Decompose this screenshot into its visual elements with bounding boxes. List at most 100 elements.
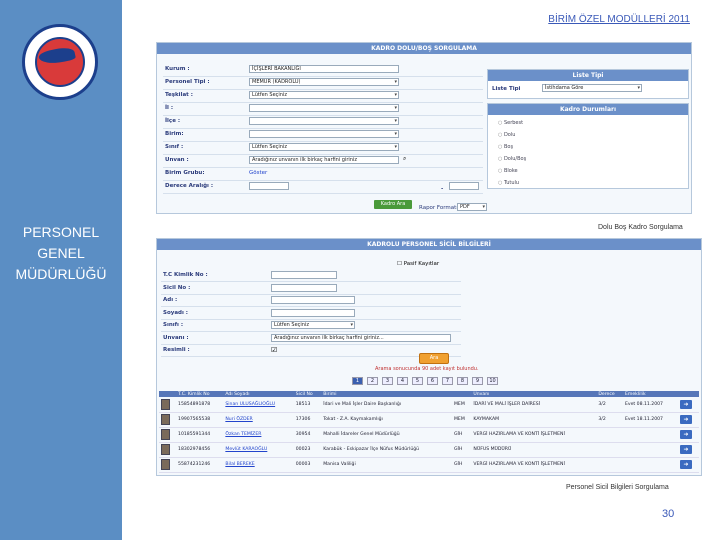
field-label: Unvanı : <box>163 334 189 341</box>
field-label: Kurum : <box>165 66 190 72</box>
status-option[interactable]: Dolu/Boş <box>498 156 526 162</box>
field-input[interactable]: Aradığınız unvanın ilk birkaç harfini gi… <box>249 156 399 164</box>
field-label: Personel Tipi : <box>165 79 210 85</box>
search-icon[interactable]: ⌕ <box>403 155 406 163</box>
cell-name[interactable]: Sinan ULUSAĞLIOĞLU <box>223 397 294 413</box>
field-input[interactable] <box>271 271 337 279</box>
page-link[interactable]: 9 <box>472 377 483 385</box>
field-separator <box>163 76 483 77</box>
page-link[interactable]: 4 <box>397 377 408 385</box>
field-input[interactable]: Lütfen Seçiniz <box>271 321 355 329</box>
passive-records-toggle[interactable]: ☐ Pasif Kayıtlar <box>397 261 439 267</box>
field-label: Derece Aralığı : <box>165 183 214 189</box>
status-option[interactable]: Serbest <box>498 120 523 126</box>
cell-sicil: 17306 <box>293 412 322 428</box>
field-label: Teşkilat : <box>165 92 193 98</box>
cell-emek <box>622 427 678 443</box>
status-option[interactable]: Tutulu <box>498 180 519 186</box>
field-input[interactable]: MEMUR (KADROLU) <box>249 78 399 86</box>
cell-unvan: NÜFUS MÜDÜRÜ <box>471 442 597 458</box>
page-link[interactable]: 7 <box>442 377 453 385</box>
field-input[interactable]: Lütfen Seçiniz <box>249 143 399 151</box>
page-link[interactable]: 2 <box>367 377 378 385</box>
cell-name[interactable]: Bilal BEREKE <box>223 457 294 473</box>
cell-tip: GİH <box>451 427 472 443</box>
show-link[interactable]: Göster <box>249 170 267 176</box>
cell-name[interactable]: Mevlüt KARAOĞLU <box>223 442 294 458</box>
field-label: Resimli : <box>163 347 190 353</box>
field-separator <box>161 343 461 345</box>
cell-tc: 15854891878 <box>176 397 224 413</box>
cell-name[interactable]: Nuri ÖZDER <box>223 412 294 428</box>
action-cell: ➜ <box>677 457 699 473</box>
kadro-status-header: Kadro Durumları <box>488 104 688 115</box>
status-option[interactable]: Boş <box>498 144 513 150</box>
field-input[interactable] <box>249 182 289 190</box>
caption-top: Dolu Boş Kadro Sorgulama <box>598 224 683 231</box>
resimli-checkbox[interactable]: ☑ <box>271 346 277 354</box>
open-record-icon[interactable]: ➜ <box>679 445 692 454</box>
open-record-icon[interactable]: ➜ <box>679 399 692 409</box>
panel-header: KADROLU PERSONEL SİCİL BİLGİLERİ <box>157 239 701 250</box>
field-input[interactable]: İÇİŞLERİ BAKANLIĞI <box>249 65 399 73</box>
open-record-icon[interactable]: ➜ <box>679 430 692 439</box>
field-label: Sicil No : <box>163 284 191 291</box>
cell-derece <box>596 457 623 473</box>
person-photo <box>161 444 170 455</box>
status-option[interactable]: Bloke <box>498 168 518 174</box>
cell-emek: Evet 18.11.2007 <box>622 412 678 428</box>
field-separator <box>161 281 461 282</box>
sidebar: PERSONEL GENEL MÜDÜRLÜĞÜ <box>0 0 122 540</box>
cell-tip: GİH <box>451 442 472 458</box>
status-option[interactable]: Dolu <box>498 132 515 138</box>
field-label: Adı : <box>163 297 178 303</box>
field-input[interactable] <box>271 308 355 317</box>
page-link[interactable]: 5 <box>412 377 423 385</box>
cell-derece: 3/2 <box>596 412 623 428</box>
page-link[interactable]: 6 <box>427 377 438 385</box>
cell-unvan: VERGİ HAZIRLAMA VE KONTİ İŞLETMENİ <box>471 457 597 473</box>
photo-cell <box>159 412 177 428</box>
table-row[interactable]: 10185591344 Özkan TEMİZER 30954 Mahalli İda… <box>159 427 699 443</box>
list-type-select[interactable]: İstihdama Göre <box>542 84 642 92</box>
table-row[interactable]: 18302978456 Mevlüt KARAOĞLU 00023 Karabük -… <box>159 442 699 458</box>
checkbox-icon[interactable]: ☐ <box>397 261 402 267</box>
page-link[interactable]: 8 <box>457 377 468 385</box>
action-cell: ➜ <box>677 427 699 443</box>
field-input[interactable] <box>249 130 399 138</box>
field-label: Unvan : <box>165 157 189 163</box>
field-separator <box>163 180 483 181</box>
table-row[interactable]: 19907565538 Nuri ÖZDER 17306 Tokat - Z.A. K… <box>159 412 699 428</box>
table-row[interactable]: 55874231246 Bilal BEREKE 00003 Manisa Valil… <box>159 457 699 473</box>
open-record-icon[interactable]: ➜ <box>679 415 692 424</box>
page-link[interactable]: 1 <box>352 377 363 385</box>
table-row[interactable]: 15854891878 Sinan ULUSAĞLIOĞLU 18513 İdari … <box>159 397 699 413</box>
page-link[interactable]: 3 <box>382 377 393 385</box>
field-separator <box>163 141 483 142</box>
cell-emek <box>622 442 678 458</box>
kadro-search-button[interactable]: Kadro Ara <box>374 200 412 209</box>
field-input[interactable]: Aradığınız unvanın ilk birkaç harfini gi… <box>271 333 451 342</box>
report-format-select[interactable]: PDF <box>457 203 487 211</box>
search-button[interactable]: Ara <box>419 353 449 364</box>
cell-unvan: KAYMAKAM <box>471 412 597 428</box>
field-input[interactable] <box>271 283 337 292</box>
kadro-query-panel: KADRO DOLU/BOŞ SORGULAMA Kurum : İÇİŞLERİ… <box>156 42 692 214</box>
page-link[interactable]: 10 <box>487 377 498 385</box>
field-input[interactable] <box>249 117 399 125</box>
cell-tc: 19907565538 <box>176 412 224 428</box>
action-cell: ➜ <box>677 412 699 428</box>
checkbox-label: Pasif Kayıtlar <box>403 261 440 267</box>
cell-tip: MEM <box>451 412 472 428</box>
open-record-icon[interactable]: ➜ <box>679 460 692 469</box>
cell-derece <box>596 442 623 458</box>
cell-birim: İdari ve Mali İşler Daire Başkanlığı <box>321 397 452 413</box>
field-input[interactable] <box>271 296 355 304</box>
field-input[interactable]: Lütfen Seçiniz <box>249 91 399 99</box>
cell-sicil: 00023 <box>293 442 322 458</box>
cell-name[interactable]: Özkan TEMİZER <box>223 427 294 443</box>
cell-tc: 18302978456 <box>176 442 224 458</box>
photo-cell <box>159 427 177 443</box>
degree-to-input[interactable] <box>449 182 479 190</box>
field-input[interactable] <box>249 104 399 112</box>
